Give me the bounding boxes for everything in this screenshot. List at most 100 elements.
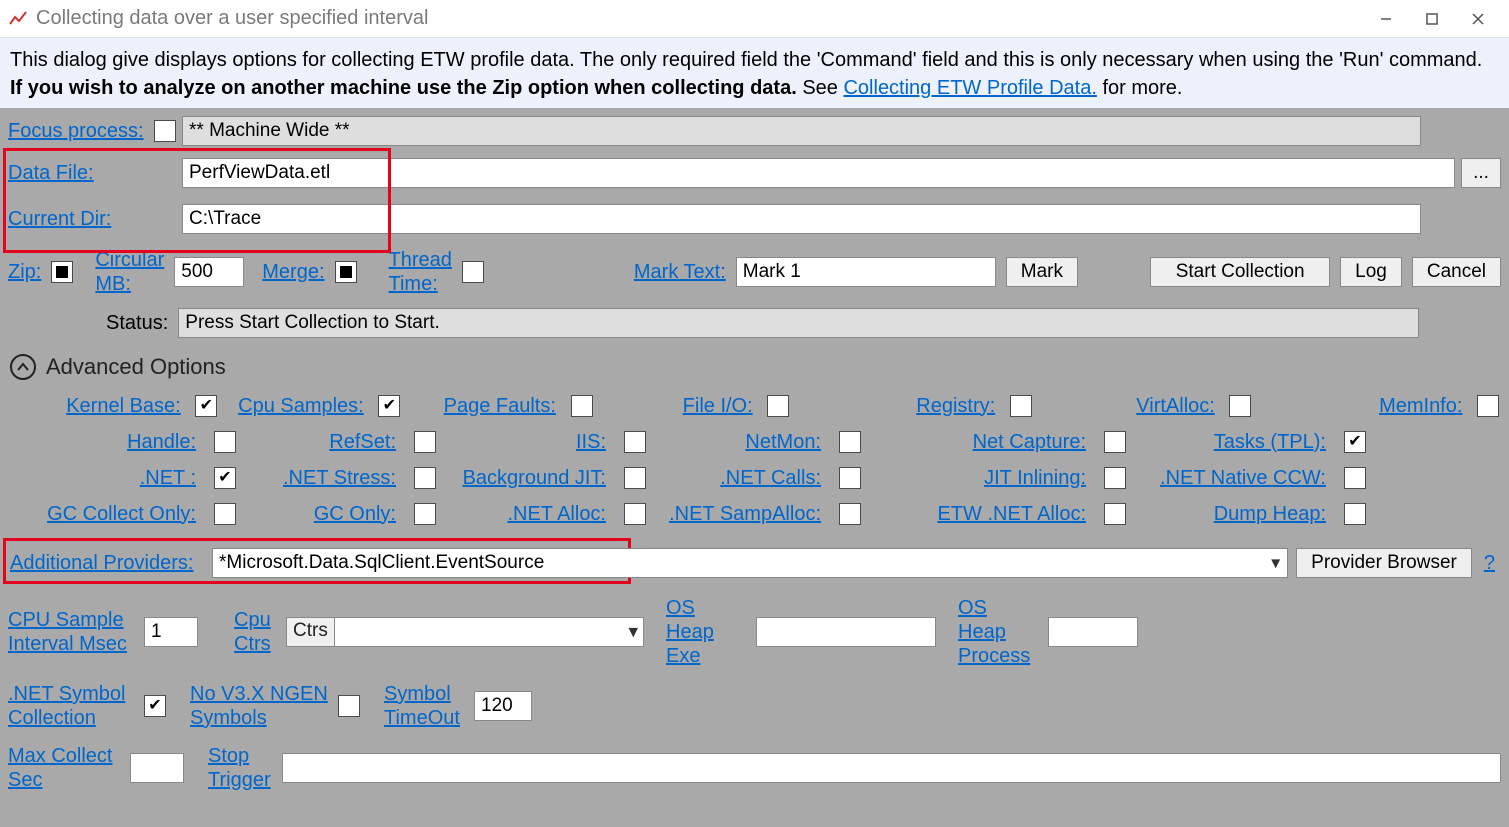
circular-label[interactable]: CircularMB:: [95, 248, 164, 296]
netmon-checkbox[interactable]: [839, 431, 861, 453]
log-button[interactable]: Log: [1340, 257, 1402, 287]
kernel-base-label[interactable]: Kernel Base:: [66, 395, 181, 418]
net-alloc-label[interactable]: .NET Alloc:: [507, 503, 606, 526]
tasks-checkbox[interactable]: [1344, 431, 1366, 453]
cpu-ctrs-select[interactable]: [334, 617, 644, 647]
dotnet-checkbox[interactable]: [214, 467, 236, 489]
no-v3-ngen-label[interactable]: No V3.X NGENSymbols: [190, 682, 330, 730]
current-dir-label[interactable]: Current Dir:: [8, 208, 176, 231]
kernel-base-checkbox[interactable]: [195, 395, 217, 417]
mark-text-input[interactable]: [736, 257, 996, 287]
start-collection-button[interactable]: Start Collection: [1150, 257, 1330, 287]
registry-label[interactable]: Registry:: [916, 395, 995, 418]
minimize-button[interactable]: [1363, 1, 1409, 37]
page-faults-checkbox[interactable]: [571, 395, 593, 417]
additional-providers-input[interactable]: [212, 548, 1288, 578]
cpu-samples-label[interactable]: Cpu Samples:: [238, 395, 364, 418]
file-io-checkbox[interactable]: [767, 395, 789, 417]
iis-label[interactable]: IIS:: [576, 431, 606, 454]
focus-input[interactable]: [182, 116, 1421, 146]
merge-checkbox[interactable]: [335, 261, 357, 283]
mark-button[interactable]: Mark: [1006, 257, 1078, 287]
registry-checkbox[interactable]: [1010, 395, 1032, 417]
bgjit-checkbox[interactable]: [624, 467, 646, 489]
dump-heap-checkbox[interactable]: [1344, 503, 1366, 525]
banner-help-link[interactable]: Collecting ETW Profile Data.: [843, 77, 1096, 99]
gc-collect-checkbox[interactable]: [214, 503, 236, 525]
maximize-button[interactable]: [1409, 1, 1455, 37]
focus-label[interactable]: Focus process:: [8, 120, 148, 143]
cpu-ctrs-label[interactable]: CpuCtrs: [234, 608, 278, 656]
os-heap-process-input[interactable]: [1048, 617, 1138, 647]
jit-inlining-label[interactable]: JIT Inlining:: [984, 467, 1086, 490]
cancel-button[interactable]: Cancel: [1412, 257, 1501, 287]
cpu-samples-checkbox[interactable]: [378, 395, 400, 417]
etw-alloc-label[interactable]: ETW .NET Alloc:: [937, 503, 1086, 526]
cpu-sample-label[interactable]: CPU SampleInterval Msec: [8, 608, 136, 656]
cpu-sample-input[interactable]: [144, 617, 198, 647]
provider-help-link[interactable]: ?: [1480, 552, 1499, 575]
symbol-timeout-input[interactable]: [474, 691, 532, 721]
handle-label[interactable]: Handle:: [127, 431, 196, 454]
page-faults-label[interactable]: Page Faults:: [444, 395, 556, 418]
mark-text-label[interactable]: Mark Text:: [634, 261, 726, 284]
refset-label[interactable]: RefSet:: [329, 431, 396, 454]
virtalloc-checkbox[interactable]: [1229, 395, 1251, 417]
jit-inlining-checkbox[interactable]: [1104, 467, 1126, 489]
tasks-label[interactable]: Tasks (TPL):: [1214, 431, 1326, 454]
focus-checkbox[interactable]: [154, 120, 176, 142]
thread-time-checkbox[interactable]: [462, 261, 484, 283]
symbol-timeout-label[interactable]: SymbolTimeOut: [384, 682, 466, 730]
net-capture-checkbox[interactable]: [1104, 431, 1126, 453]
gc-only-label[interactable]: GC Only:: [314, 503, 396, 526]
cpu-ctrs-button[interactable]: Ctrs: [286, 617, 334, 647]
samp-alloc-checkbox[interactable]: [839, 503, 861, 525]
provider-browser-button[interactable]: Provider Browser: [1296, 548, 1472, 578]
max-collect-label[interactable]: Max CollectSec: [8, 744, 122, 792]
zip-checkbox[interactable]: [51, 261, 73, 283]
virtalloc-label[interactable]: VirtAlloc:: [1136, 395, 1215, 418]
gc-collect-label[interactable]: GC Collect Only:: [47, 503, 196, 526]
stop-trigger-input[interactable]: [282, 753, 1501, 783]
data-file-input[interactable]: [182, 158, 1455, 188]
meminfo-label[interactable]: MemInfo:: [1379, 395, 1462, 418]
additional-providers-label[interactable]: Additional Providers:: [10, 552, 204, 575]
bgjit-label[interactable]: Background JIT:: [463, 467, 606, 490]
dotnet-stress-label[interactable]: .NET Stress:: [283, 467, 396, 490]
advanced-toggle[interactable]: [10, 354, 36, 380]
net-symbol-label[interactable]: .NET SymbolCollection: [8, 682, 136, 730]
max-collect-input[interactable]: [130, 753, 184, 783]
native-ccw-checkbox[interactable]: [1344, 467, 1366, 489]
data-file-browse-button[interactable]: ...: [1461, 158, 1501, 188]
current-dir-input[interactable]: [182, 204, 1421, 234]
zip-label[interactable]: Zip:: [8, 261, 41, 284]
close-button[interactable]: [1455, 1, 1501, 37]
net-capture-label[interactable]: Net Capture:: [973, 431, 1086, 454]
os-heap-process-label[interactable]: OS HeapProcess: [958, 596, 1040, 668]
thread-time-label[interactable]: ThreadTime:: [389, 248, 452, 296]
os-heap-exe-label[interactable]: OS HeapExe: [666, 596, 748, 668]
merge-label[interactable]: Merge:: [262, 261, 324, 284]
handle-checkbox[interactable]: [214, 431, 236, 453]
data-file-label[interactable]: Data File:: [8, 162, 176, 185]
net-symbol-checkbox[interactable]: [144, 695, 166, 717]
file-io-label[interactable]: File I/O:: [683, 395, 753, 418]
chevron-down-icon[interactable]: ▾: [1271, 553, 1280, 574]
iis-checkbox[interactable]: [624, 431, 646, 453]
stop-trigger-label[interactable]: StopTrigger: [208, 744, 274, 792]
no-v3-ngen-checkbox[interactable]: [338, 695, 360, 717]
dotnet-label[interactable]: .NET :: [140, 467, 196, 490]
circular-input[interactable]: [174, 257, 244, 287]
net-alloc-checkbox[interactable]: [624, 503, 646, 525]
meminfo-checkbox[interactable]: [1477, 395, 1499, 417]
netmon-label[interactable]: NetMon:: [745, 431, 821, 454]
dotnet-stress-checkbox[interactable]: [414, 467, 436, 489]
dotnet-calls-checkbox[interactable]: [839, 467, 861, 489]
dump-heap-label[interactable]: Dump Heap:: [1214, 503, 1326, 526]
samp-alloc-label[interactable]: .NET SampAlloc:: [669, 503, 821, 526]
gc-only-checkbox[interactable]: [414, 503, 436, 525]
native-ccw-label[interactable]: .NET Native CCW:: [1160, 467, 1326, 490]
os-heap-exe-input[interactable]: [756, 617, 936, 647]
dotnet-calls-label[interactable]: .NET Calls:: [720, 467, 821, 490]
refset-checkbox[interactable]: [414, 431, 436, 453]
